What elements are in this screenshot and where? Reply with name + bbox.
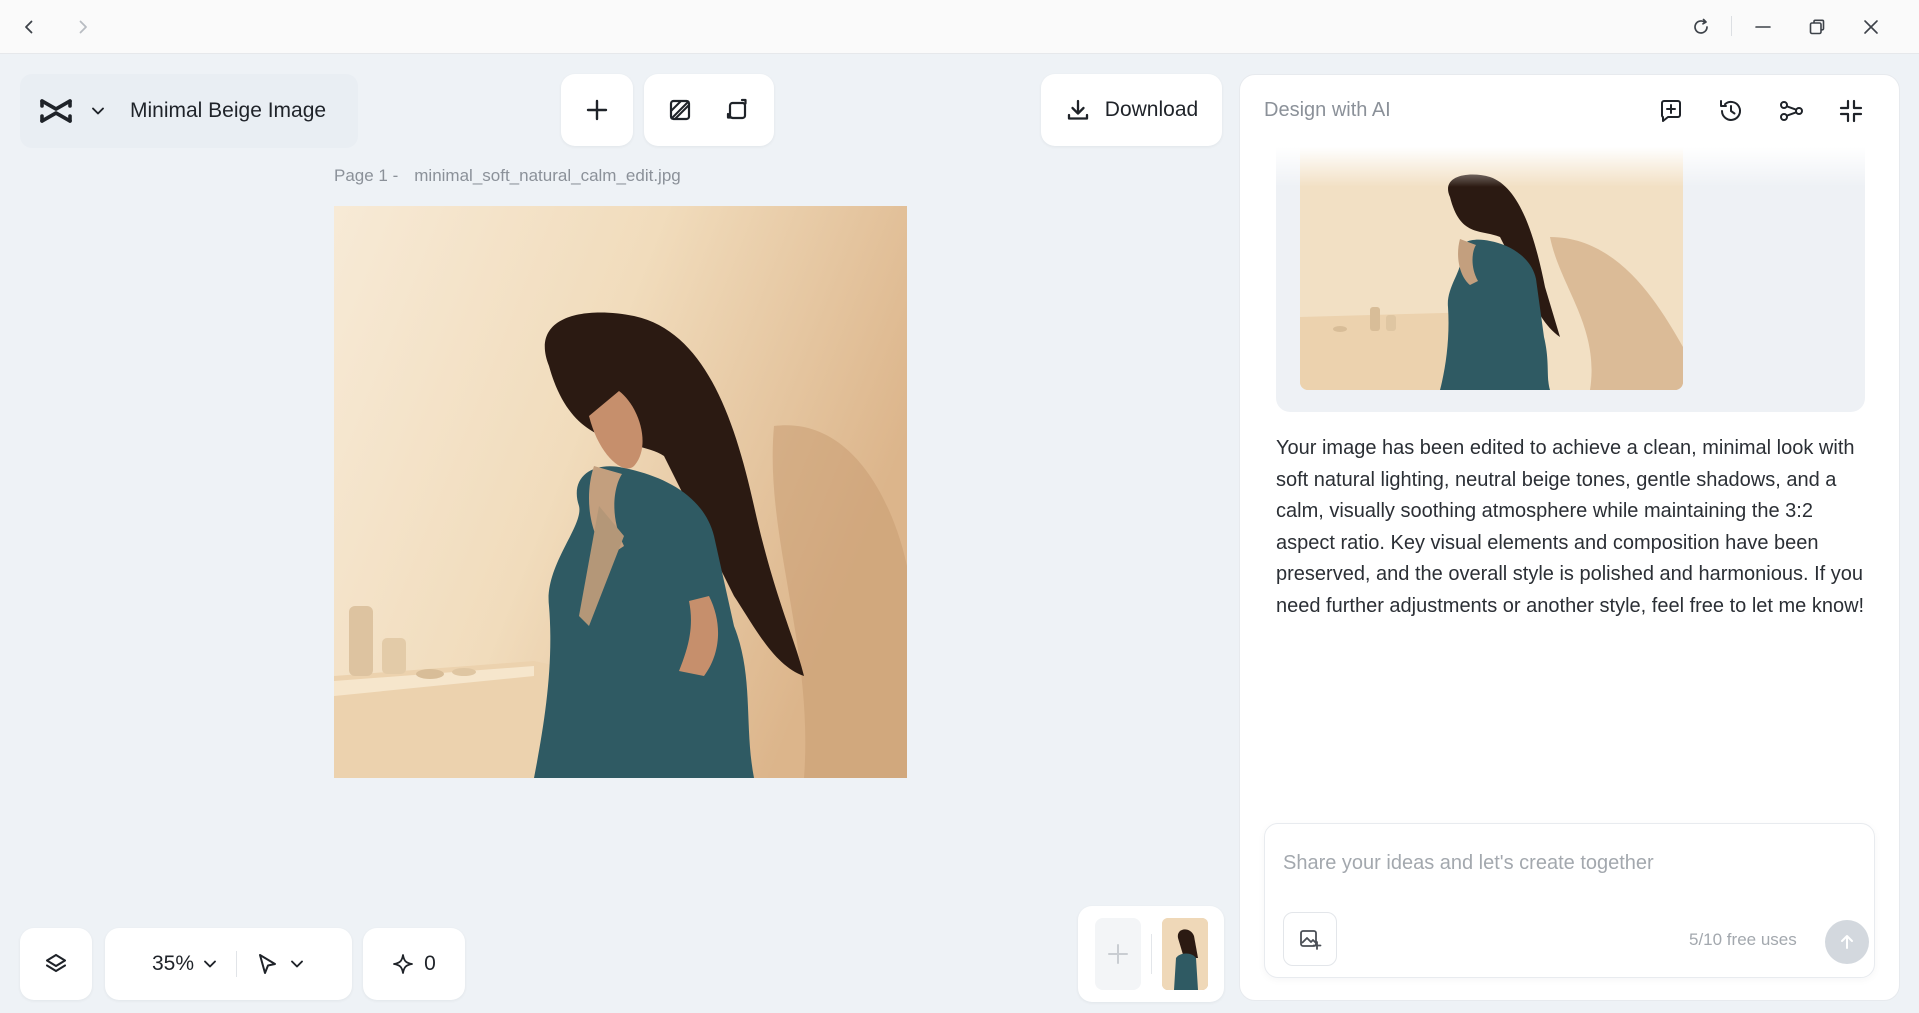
scroll-fade [1276,147,1865,187]
ai-design-panel: Design with AI Your image has been edite… [1239,74,1900,1001]
pointer-tool-dropdown[interactable] [237,952,323,976]
chevron-down-icon [92,107,104,115]
history-icon [1720,100,1741,121]
panel-title: Design with AI [1264,99,1391,121]
layers-icon [45,953,67,973]
view-controls: 35% [105,928,352,1000]
close-button[interactable] [1856,12,1886,42]
reload-icon [1694,18,1708,34]
background-button[interactable] [654,84,706,136]
cursor-icon [259,954,277,974]
page-thumbnail[interactable] [1161,918,1208,990]
editor-workspace: Minimal Beige Image Download Page 1 -mi [4,54,1234,1013]
zoom-dropdown[interactable]: 35% [134,952,236,976]
divider [1150,934,1152,974]
zoom-level: 35% [151,952,195,975]
image-add-icon [1300,930,1322,950]
add-page-button[interactable] [1094,918,1141,990]
upload-image-button[interactable] [1283,912,1337,966]
share-button[interactable] [1765,87,1817,135]
free-uses-counter: 5/10 free uses [1689,930,1797,949]
download-label: Download [1104,98,1199,121]
share-icon [1780,101,1803,121]
new-chat-icon [1660,100,1681,122]
generated-result-card [1276,147,1865,412]
plus-icon [586,99,608,121]
history-button[interactable] [1705,87,1757,135]
download-button[interactable]: Download [1041,74,1222,146]
project-header: Minimal Beige Image [20,74,358,148]
page-number: Page 1 - [334,166,399,185]
layers-button[interactable] [20,928,92,1000]
collapse-icon [1839,99,1863,123]
collapse-panel-button[interactable] [1825,87,1877,135]
window-titlebar [0,0,1919,54]
file-name[interactable]: minimal_soft_natural_calm_edit.jpg [414,166,680,185]
panel-actions [1645,87,1877,135]
add-toolbar [561,74,633,146]
restore-icon [1809,19,1825,35]
minimize-button[interactable] [1748,12,1778,42]
minimize-icon [1755,26,1771,28]
titlebar-divider [1731,16,1732,36]
chevron-right-icon [79,20,87,34]
resize-icon [726,98,747,120]
pages-strip [1078,906,1224,1002]
project-title[interactable]: Minimal Beige Image [130,99,326,123]
edit-toolbar [644,74,774,146]
download-icon [1067,99,1088,120]
capcut-logo-icon [40,99,72,123]
prompt-composer: 5/10 free uses [1264,823,1875,978]
canvas-image[interactable] [334,206,907,778]
plus-icon [1107,944,1128,964]
woman-photo-illustration [334,206,907,778]
resize-button[interactable] [712,84,764,136]
add-element-button[interactable] [571,84,623,136]
chevron-down-icon [291,960,303,968]
close-icon [1864,20,1878,34]
sparkle-icon [393,954,414,974]
prompt-input[interactable] [1283,848,1853,878]
restore-button[interactable] [1802,12,1832,42]
ai-response-message: Your image has been edited to achieve a … [1276,437,1865,617]
project-menu-button[interactable] [84,91,112,131]
reload-button[interactable] [1686,12,1716,42]
panel-header: Design with AI [1240,75,1899,147]
forward-button[interactable] [68,12,98,42]
thumbnail-image [1161,918,1208,990]
new-chat-button[interactable] [1645,87,1697,135]
background-icon [669,99,691,121]
ai-credits-button[interactable]: 0 [363,928,465,1000]
send-button[interactable] [1825,920,1869,964]
chevron-down-icon [204,960,216,968]
chevron-left-icon [25,20,33,34]
arrow-up-icon [1841,935,1853,949]
credits-count: 0 [424,952,436,975]
back-button[interactable] [14,12,44,42]
app-logo-button[interactable] [28,83,84,139]
page-label: Page 1 - minimal_soft_natural_calm_edit.j… [334,166,681,186]
